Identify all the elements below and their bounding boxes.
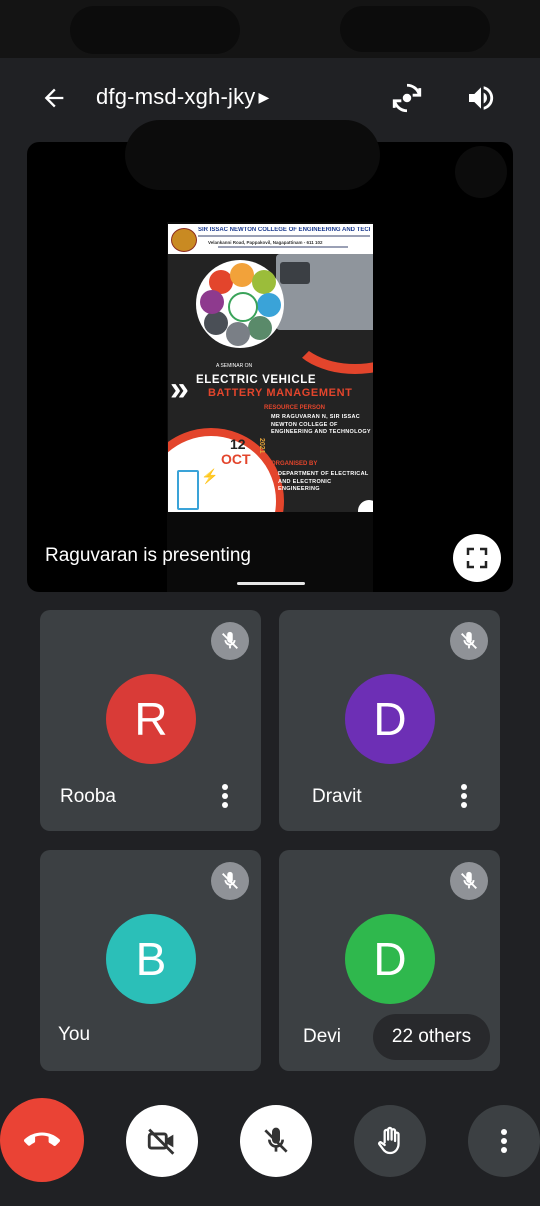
volume-icon [469,86,494,110]
poster-college: SIR ISSAC NEWTON COLLEGE OF ENGINEERING … [198,227,370,233]
date-month: OCT [221,451,251,467]
back-button[interactable] [32,76,76,120]
poster-title-2: BATTERY MANAGEMENT [208,387,353,399]
back-arrow-icon [44,88,64,108]
more-vert-icon [222,784,228,808]
seminar-poster: SIR ISSAC NEWTON COLLEGE OF ENGINEERING … [168,224,373,512]
battery-icon [177,470,199,510]
organised-label: ORGANISED BY [271,461,318,467]
avatar: R [106,674,196,764]
chevron-icon: » [170,370,189,408]
raise-hand-button[interactable] [354,1105,426,1177]
meeting-code: dfg-msd-xgh-jky [96,84,256,109]
participant-tile[interactable]: B You [40,850,261,1071]
meeting-code-button[interactable]: dfg-msd-xgh-jky ▶ [96,84,269,110]
participant-menu-button[interactable] [213,780,237,812]
redacted-area [340,6,490,52]
redacted-area [70,6,240,54]
redacted-area [455,146,507,198]
avatar: D [345,674,435,764]
mic-off-icon [461,871,477,889]
switch-camera-icon [392,83,422,113]
others-button[interactable]: 22 others [373,1014,490,1060]
participant-name: You [58,1024,91,1045]
poster-header: SIR ISSAC NEWTON COLLEGE OF ENGINEERING … [168,224,373,254]
poster-line [198,235,370,237]
avatar: B [106,914,196,1004]
presenting-label: Raguvaran is presenting [45,545,251,566]
mic-off-icon [222,871,238,889]
poster-address: Velankanni Road, Pappakovil, Nagapattina… [208,240,323,245]
camera-toggle-button[interactable] [126,1105,198,1177]
raise-hand-icon [378,1126,400,1155]
speaker-button[interactable] [458,76,504,120]
ev-diagram [196,260,284,348]
more-options-button[interactable] [468,1105,540,1177]
participant-tile[interactable]: D Dravit [279,610,500,831]
drag-handle[interactable] [237,582,305,585]
poster-line [218,246,348,248]
switch-camera-button[interactable] [384,76,430,120]
decor-dot [358,500,373,512]
presentation-view[interactable]: SIR ISSAC NEWTON COLLEGE OF ENGINEERING … [27,142,513,592]
seminar-intro: A SEMINAR ON [216,363,253,369]
end-call-icon [24,1132,60,1146]
participant-name: Dravit [312,786,362,807]
muted-badge [450,862,488,900]
caret-right-icon: ▶ [258,89,270,105]
charging-bolt-icon: ⚡ [201,468,219,484]
participant-tile[interactable]: R Rooba [40,610,261,831]
fullscreen-button[interactable] [453,534,501,582]
participant-name: Devi [303,1026,342,1047]
end-call-button[interactable] [0,1098,84,1182]
college-logo [171,228,197,252]
participant-menu-button[interactable] [452,780,476,812]
resource-label: RESOURCE PERSON [264,405,326,411]
resource-text: MR RAGUVARAN N, SIR ISSAC NEWTON COLLEGE… [271,414,371,435]
more-vert-icon [461,784,467,808]
mic-off-icon [461,631,477,649]
poster-title-1: ELECTRIC VEHICLE [196,374,317,386]
muted-badge [211,862,249,900]
date-day: 12 [230,436,246,452]
participant-name: Rooba [60,786,116,807]
camera-off-icon [147,1128,175,1155]
status-bar [0,0,540,58]
mic-toggle-button[interactable] [240,1105,312,1177]
avatar: D [345,914,435,1004]
more-options-icon [501,1129,507,1153]
muted-badge [211,622,249,660]
muted-badge [450,622,488,660]
mic-off-icon [264,1127,288,1153]
organised-text: DEPARTMENT OF ELECTRICAL AND ELECTRONIC … [278,471,369,492]
mic-off-icon [222,631,238,649]
fullscreen-icon [466,547,488,569]
date-year: 2021 [258,438,265,454]
redacted-area [125,120,380,190]
device-fan [280,262,310,284]
